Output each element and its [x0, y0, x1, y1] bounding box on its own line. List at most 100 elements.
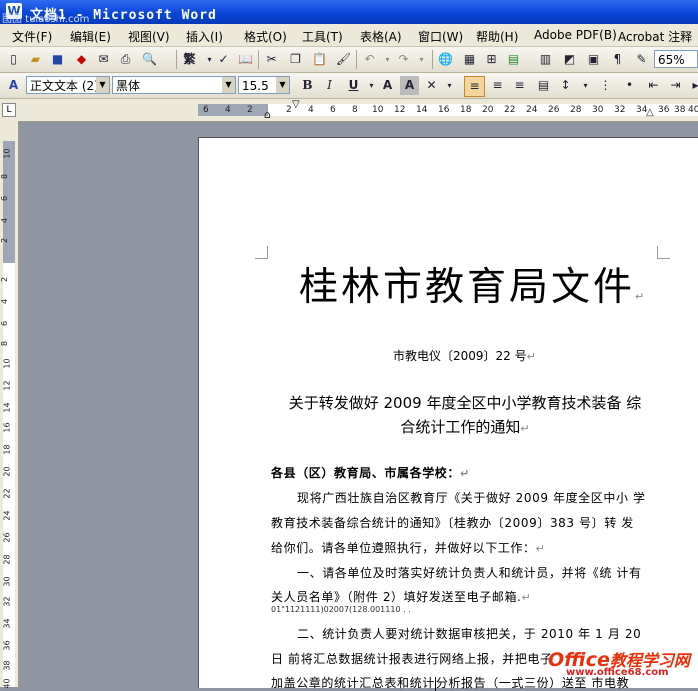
hyperlink-icon[interactable]: 🌐 [436, 50, 455, 69]
insert-excel-icon[interactable]: ▤ [504, 50, 523, 69]
font-value: 黑体 [116, 79, 141, 93]
menu-insert[interactable]: 插入(I) [186, 28, 223, 45]
right-indent-marker[interactable]: △ [646, 107, 654, 118]
body-line: 二、统计负责人要对统计数据审核把关，于 2010 年 1 月 20 [297, 627, 642, 641]
ruler-number: 16 [2, 422, 12, 433]
left-indent-marker[interactable]: ⌂ [264, 108, 271, 121]
redo-icon[interactable]: ↷ [394, 50, 413, 69]
ruler-number: 2 [0, 276, 10, 283]
standard-toolbar: ▯ ▰ ■ ◆ ✉ ⎙ 🔍 繁 ▾ ✓ 📖 ✂ ❐ 📋 🖌 ↶ ▾ ↷ ▾ 🌐 … [0, 47, 698, 73]
chevron-down-icon[interactable]: ▾ [412, 50, 431, 69]
drawing-icon[interactable]: ◩ [560, 50, 579, 69]
phonetic-guide-icon[interactable]: ✕ [422, 76, 441, 95]
menu-format[interactable]: 格式(O) [244, 28, 287, 45]
print-preview-icon[interactable]: 🔍 [140, 50, 159, 69]
chevron-down-icon[interactable]: ▾ [440, 76, 459, 95]
site-logo: Office教程学习网 www.office68.com [548, 647, 690, 678]
save-icon[interactable]: ■ [48, 50, 67, 69]
justify-icon[interactable]: ≡ [464, 76, 485, 97]
first-line-indent-marker[interactable]: ▽ [292, 99, 300, 110]
ruler-number: 26 [548, 105, 560, 115]
undo-icon[interactable]: ↶ [360, 50, 379, 69]
align-right-icon[interactable]: ≡ [510, 76, 529, 95]
crop-mark [255, 246, 268, 259]
distributed-icon[interactable]: ▤ [534, 76, 553, 95]
watermark-text: 图图 tulaoshi.com [2, 14, 90, 25]
permission-icon[interactable]: ◆ [72, 50, 91, 69]
align-center-icon[interactable]: ≡ [488, 76, 507, 95]
paste-icon[interactable]: 📋 [310, 50, 329, 69]
document-map-icon[interactable]: ▣ [584, 50, 603, 69]
body-line: 现将广西壮族自治区教育厅《关于做好 2009 年度全区中小 学 [297, 491, 646, 505]
traditional-chinese-icon[interactable]: 繁 [180, 50, 199, 69]
menu-edit[interactable]: 编辑(E) [70, 28, 111, 45]
email-icon[interactable]: ✉ [94, 50, 113, 69]
style-select[interactable]: 正文文本 (2) ▼ [26, 76, 110, 94]
ruler-number: 10 [372, 105, 384, 115]
menu-acrobat-comments[interactable]: Acrobat 注释 [618, 28, 692, 45]
horizontal-ruler[interactable]: L 6 4 2 2 4 6 8 10 12 14 16 18 20 22 24 … [0, 99, 698, 122]
format-painter-icon[interactable]: 🖌 [334, 50, 353, 69]
character-shading-icon[interactable]: A [400, 76, 419, 95]
body-line: 关人员名单》（附件 2）填好发送至电子邮箱.↵ [271, 588, 531, 605]
ruler-number: 6 [330, 105, 336, 115]
spelling-icon[interactable]: ✓ [214, 50, 233, 69]
bold-icon[interactable]: B [298, 76, 317, 95]
formatting-toolbar: A 正文文本 (2) ▼ 黑体 ▼ 15.5 ▼ B I U ▾ A A ✕ ▾… [0, 73, 698, 99]
vertical-ruler[interactable]: 10 8 6 4 2 2 4 6 8 10 12 14 16 18 20 22 … [0, 121, 19, 689]
toolbar-separator [258, 50, 259, 69]
numbering-icon[interactable]: ⋮ [596, 76, 615, 95]
line-spacing-icon[interactable]: ↕ [556, 76, 575, 95]
underline-icon[interactable]: U [344, 76, 363, 95]
menu-window[interactable]: 窗口(W) [418, 28, 463, 45]
ruler-number: 40 [2, 678, 12, 689]
crop-mark [657, 246, 670, 259]
increase-indent-icon[interactable]: ⇥ [666, 76, 685, 95]
open-folder-icon[interactable]: ▰ [26, 50, 45, 69]
small-text-line: 01"1121111)02007(128.001110 . . [271, 605, 411, 614]
ruler-number: 16 [438, 105, 450, 115]
ruler-number: 4 [0, 298, 10, 305]
chevron-down-icon[interactable]: ▼ [276, 77, 289, 93]
copy-icon[interactable]: ❐ [286, 50, 305, 69]
columns-icon[interactable]: ▥ [536, 50, 555, 69]
chevron-down-icon[interactable]: ▼ [96, 77, 109, 93]
menu-adobe-pdf[interactable]: Adobe PDF(B) [534, 28, 617, 42]
font-size-select[interactable]: 15.5 ▼ [238, 76, 290, 94]
chevron-down-icon[interactable]: ▼ [222, 77, 235, 93]
chevron-down-icon[interactable]: ▾ [576, 76, 595, 95]
research-icon[interactable]: 📖 [236, 50, 255, 69]
toolbar-separator [356, 50, 357, 69]
bullets-icon[interactable]: • [620, 76, 639, 95]
new-document-icon[interactable]: ▯ [4, 50, 23, 69]
cut-icon[interactable]: ✂ [262, 50, 281, 69]
menu-tools[interactable]: 工具(T) [302, 28, 343, 45]
print-icon[interactable]: ⎙ [116, 50, 135, 69]
menu-table[interactable]: 表格(A) [360, 28, 402, 45]
zoom-value: 65% [658, 53, 685, 67]
menu-view[interactable]: 视图(V) [128, 28, 170, 45]
paragraph-mark-icon: ↵ [635, 290, 648, 303]
menu-help[interactable]: 帮助(H) [476, 28, 518, 45]
ruler-number: 30 [2, 576, 12, 587]
styles-pane-icon[interactable]: A [4, 76, 23, 95]
ruler-margin [3, 141, 15, 263]
tab-selector[interactable]: L [2, 103, 16, 117]
font-select[interactable]: 黑体 ▼ [112, 76, 236, 94]
zoom-select[interactable]: 65% [654, 50, 698, 68]
ruler-number: 38 [2, 660, 12, 671]
show-hide-icon[interactable]: ¶ [608, 50, 627, 69]
character-border-icon[interactable]: A [378, 76, 397, 95]
menu-bar: 文件(F) 编辑(E) 视图(V) 插入(I) 格式(O) 工具(T) 表格(A… [0, 24, 698, 47]
tables-borders-icon[interactable]: ▦ [460, 50, 479, 69]
italic-icon[interactable]: I [320, 76, 339, 95]
document-page[interactable]: 桂林市教育局文件↵ 市教电仪〔2009〕22 号↵ 关于转发做好 2009 年度… [198, 137, 698, 691]
ruler-number: 30 [592, 105, 604, 115]
read-icon[interactable]: ✎ [632, 50, 651, 69]
menu-file[interactable]: 文件(F) [12, 28, 52, 45]
insert-table-icon[interactable]: ⊞ [482, 50, 501, 69]
decrease-indent-icon[interactable]: ⇤ [644, 76, 663, 95]
ruler-number: 20 [2, 466, 12, 477]
body-line-text: 分析报告（一式三份）送至 市电教 [435, 676, 630, 690]
more-buttons-icon[interactable]: ▸ [686, 76, 698, 95]
